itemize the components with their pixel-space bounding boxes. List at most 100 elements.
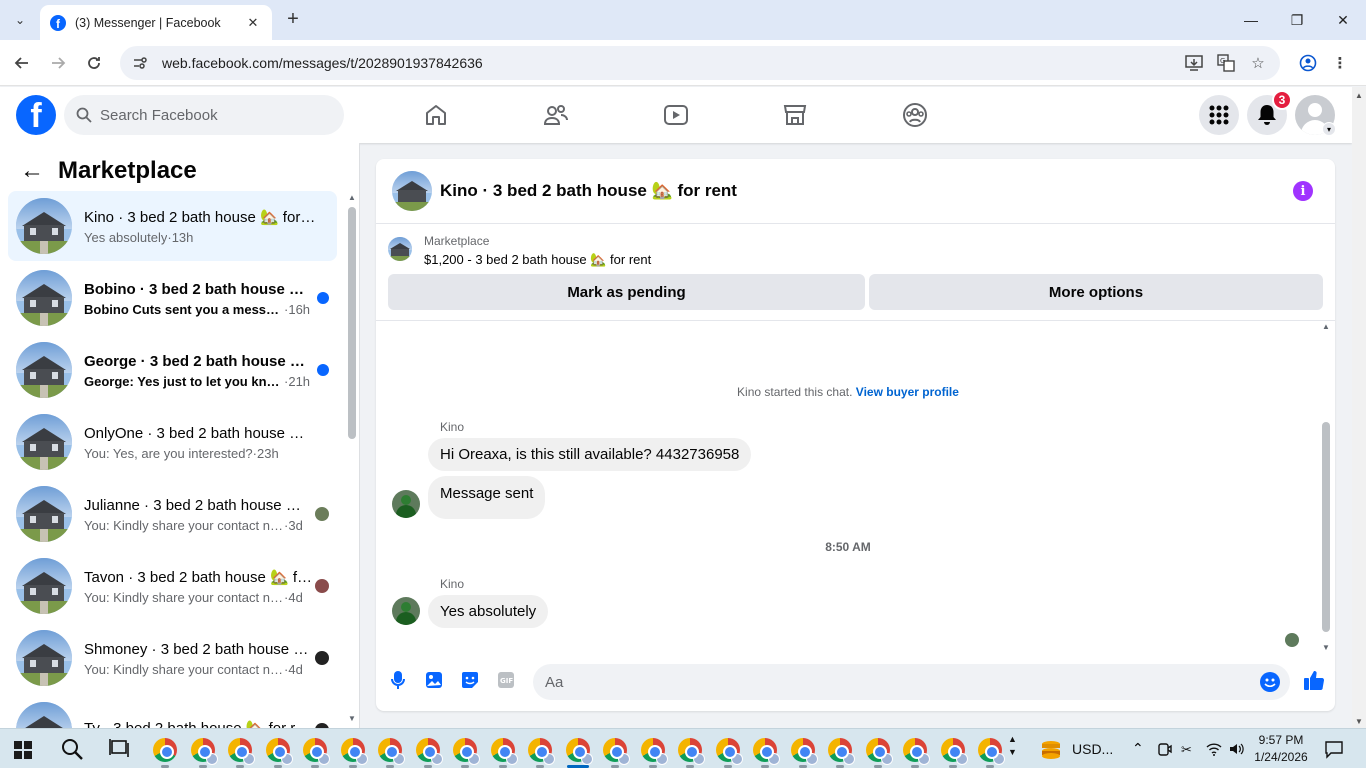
gif-icon: GIF bbox=[498, 672, 514, 688]
chrome-taskbar-icon[interactable] bbox=[978, 738, 1005, 765]
tab-search-button[interactable]: ⌄ bbox=[6, 8, 34, 32]
listing-price[interactable]: $1,200 - 3 bed 2 bath house 🏡 for rent bbox=[424, 252, 651, 268]
translate-icon[interactable]: G bbox=[1212, 46, 1240, 80]
groups-nav-button[interactable] bbox=[901, 101, 929, 129]
minimize-button[interactable]: — bbox=[1228, 0, 1274, 40]
chrome-taskbar-icon[interactable] bbox=[903, 738, 930, 765]
chrome-taskbar-icon[interactable] bbox=[491, 738, 518, 765]
info-icon[interactable]: i bbox=[1293, 181, 1313, 201]
menu-button[interactable] bbox=[1199, 95, 1239, 135]
chat-title[interactable]: Kino · 3 bed 2 bath house 🏡 for rent bbox=[440, 181, 737, 201]
tray-chevron-icon[interactable]: ▲ ▼ bbox=[1008, 733, 1024, 759]
search-input[interactable] bbox=[100, 106, 320, 124]
start-button[interactable] bbox=[14, 741, 32, 759]
chrome-menu-icon[interactable]: ⋮ bbox=[1326, 46, 1354, 80]
system-clock[interactable]: 9:57 PM 1/24/2026 bbox=[1246, 732, 1316, 766]
bookmark-star-icon[interactable]: ☆ bbox=[1244, 46, 1272, 80]
back-arrow-icon[interactable]: ← bbox=[20, 157, 44, 185]
browser-tab[interactable]: f (3) Messenger | Facebook ✕ bbox=[40, 5, 272, 40]
conversation-item[interactable]: George · 3 bed 2 bath house 🏡 for rent Ge… bbox=[8, 335, 337, 405]
chrome-taskbar-icon[interactable] bbox=[378, 738, 405, 765]
restore-button[interactable]: ❐ bbox=[1274, 0, 1320, 40]
attach-photo-button[interactable] bbox=[424, 670, 444, 690]
show-hidden-icons[interactable]: ⌃ bbox=[1132, 740, 1148, 766]
more-options-button[interactable]: More options bbox=[869, 274, 1323, 310]
chrome-taskbar-icon[interactable] bbox=[753, 738, 780, 765]
chrome-profile-icon[interactable] bbox=[1294, 46, 1322, 80]
install-app-icon[interactable] bbox=[1180, 46, 1208, 80]
chat-started-text: Kino started this chat. bbox=[737, 385, 853, 399]
chrome-taskbar-icon[interactable] bbox=[416, 738, 443, 765]
facebook-logo[interactable]: f bbox=[16, 95, 56, 135]
conversation-item[interactable]: Ty · 3 bed 2 bath house 🏡 for rent bbox=[8, 695, 337, 728]
facebook-search[interactable] bbox=[64, 95, 344, 135]
sender-avatar[interactable] bbox=[392, 597, 420, 625]
chrome-taskbar-icon[interactable] bbox=[791, 738, 818, 765]
gif-button[interactable]: GIF bbox=[496, 670, 516, 690]
chrome-taskbar-icon[interactable] bbox=[266, 738, 293, 765]
wifi-icon[interactable] bbox=[1206, 741, 1222, 767]
marketplace-nav-button[interactable] bbox=[781, 101, 809, 129]
voice-clip-button[interactable] bbox=[388, 670, 408, 690]
conversation-item[interactable]: Shmoney · 3 bed 2 bath house 🏡 for rent Y… bbox=[8, 623, 337, 693]
task-view-button[interactable] bbox=[108, 737, 134, 763]
listing-banner: Marketplace $1,200 - 3 bed 2 bath house … bbox=[376, 225, 1335, 321]
chrome-taskbar-icon[interactable] bbox=[678, 738, 705, 765]
tab-close-icon[interactable]: ✕ bbox=[244, 15, 262, 31]
conversation-item[interactable]: Tavon · 3 bed 2 bath house 🏡 for rent You… bbox=[8, 551, 337, 621]
friends-nav-button[interactable] bbox=[542, 101, 570, 129]
emoji-button[interactable] bbox=[1260, 672, 1280, 692]
new-tab-button[interactable]: + bbox=[282, 8, 304, 32]
chrome-taskbar-icon[interactable] bbox=[303, 738, 330, 765]
window-close-button[interactable]: ✕ bbox=[1320, 0, 1366, 40]
input-method-icon[interactable]: ✂ bbox=[1181, 741, 1197, 767]
conversation-item[interactable]: Julianne · 3 bed 2 bath house 🏡 for rent… bbox=[8, 479, 337, 549]
chrome-taskbar-icon[interactable] bbox=[566, 738, 593, 765]
chrome-taskbar-icon[interactable] bbox=[603, 738, 630, 765]
mark-as-pending-button[interactable]: Mark as pending bbox=[388, 274, 865, 310]
chrome-taskbar-icon[interactable] bbox=[716, 738, 743, 765]
view-buyer-profile-link[interactable]: View buyer profile bbox=[856, 385, 959, 399]
forward-button[interactable] bbox=[45, 50, 71, 76]
chrome-taskbar-icon[interactable] bbox=[341, 738, 368, 765]
conversation-list-scrollbar[interactable]: ▲ ▼ bbox=[346, 193, 358, 723]
conversation-item[interactable]: Bobino · 3 bed 2 bath house 🏡 for rent Bo… bbox=[8, 263, 337, 333]
listing-thumbnail[interactable] bbox=[388, 237, 412, 261]
reload-button[interactable] bbox=[81, 50, 107, 76]
page-scrollbar[interactable]: ▲ ▼ bbox=[1352, 87, 1366, 728]
currency-widget-icon[interactable] bbox=[1040, 739, 1062, 761]
chrome-taskbar-icon[interactable] bbox=[528, 738, 555, 765]
chrome-taskbar-icon[interactable] bbox=[866, 738, 893, 765]
arrow-left-icon bbox=[14, 57, 28, 69]
volume-icon[interactable] bbox=[1228, 741, 1244, 767]
address-bar[interactable]: web.facebook.com/messages/t/202890193784… bbox=[120, 46, 1280, 80]
chat-scrollbar[interactable]: ▲ ▼ bbox=[1320, 322, 1332, 652]
chrome-taskbar-icon[interactable] bbox=[153, 738, 177, 762]
meet-now-icon[interactable] bbox=[1158, 741, 1174, 767]
message-bubble[interactable]: Message sent bbox=[428, 476, 546, 519]
chrome-taskbar-icon[interactable] bbox=[941, 738, 968, 765]
sender-avatar[interactable] bbox=[392, 490, 420, 518]
chrome-taskbar-icon[interactable] bbox=[641, 738, 668, 765]
message-bubble[interactable]: Hi Oreaxa, is this still available? 4432… bbox=[428, 438, 752, 471]
message-input[interactable] bbox=[545, 673, 1245, 691]
conversation-item[interactable]: Kino · 3 bed 2 bath house 🏡 for rent Yes … bbox=[8, 191, 337, 261]
chrome-taskbar-icon[interactable] bbox=[453, 738, 480, 765]
chrome-taskbar-icon[interactable] bbox=[828, 738, 855, 765]
message-bubble[interactable]: Yes absolutely bbox=[428, 595, 549, 628]
back-button[interactable] bbox=[9, 50, 35, 76]
chrome-taskbar-icon[interactable] bbox=[228, 738, 255, 765]
notifications-center-icon[interactable] bbox=[1324, 739, 1344, 765]
search-taskbar-button[interactable] bbox=[60, 737, 86, 763]
watch-nav-button[interactable] bbox=[662, 101, 690, 129]
conversation-item[interactable]: OnlyOne · 3 bed 2 bath house 🏡 for rent Y… bbox=[8, 407, 337, 477]
site-settings-icon[interactable] bbox=[132, 55, 148, 71]
sticker-button[interactable] bbox=[460, 670, 480, 690]
listing-avatar[interactable] bbox=[392, 171, 432, 211]
home-nav-button[interactable] bbox=[422, 101, 450, 129]
chrome-taskbar-icon[interactable] bbox=[191, 738, 218, 765]
like-button[interactable] bbox=[1302, 668, 1326, 692]
listing-avatar bbox=[16, 198, 72, 254]
account-chevron-icon[interactable]: ▾ bbox=[1322, 122, 1336, 136]
currency-widget-text[interactable]: USD... bbox=[1072, 741, 1113, 757]
